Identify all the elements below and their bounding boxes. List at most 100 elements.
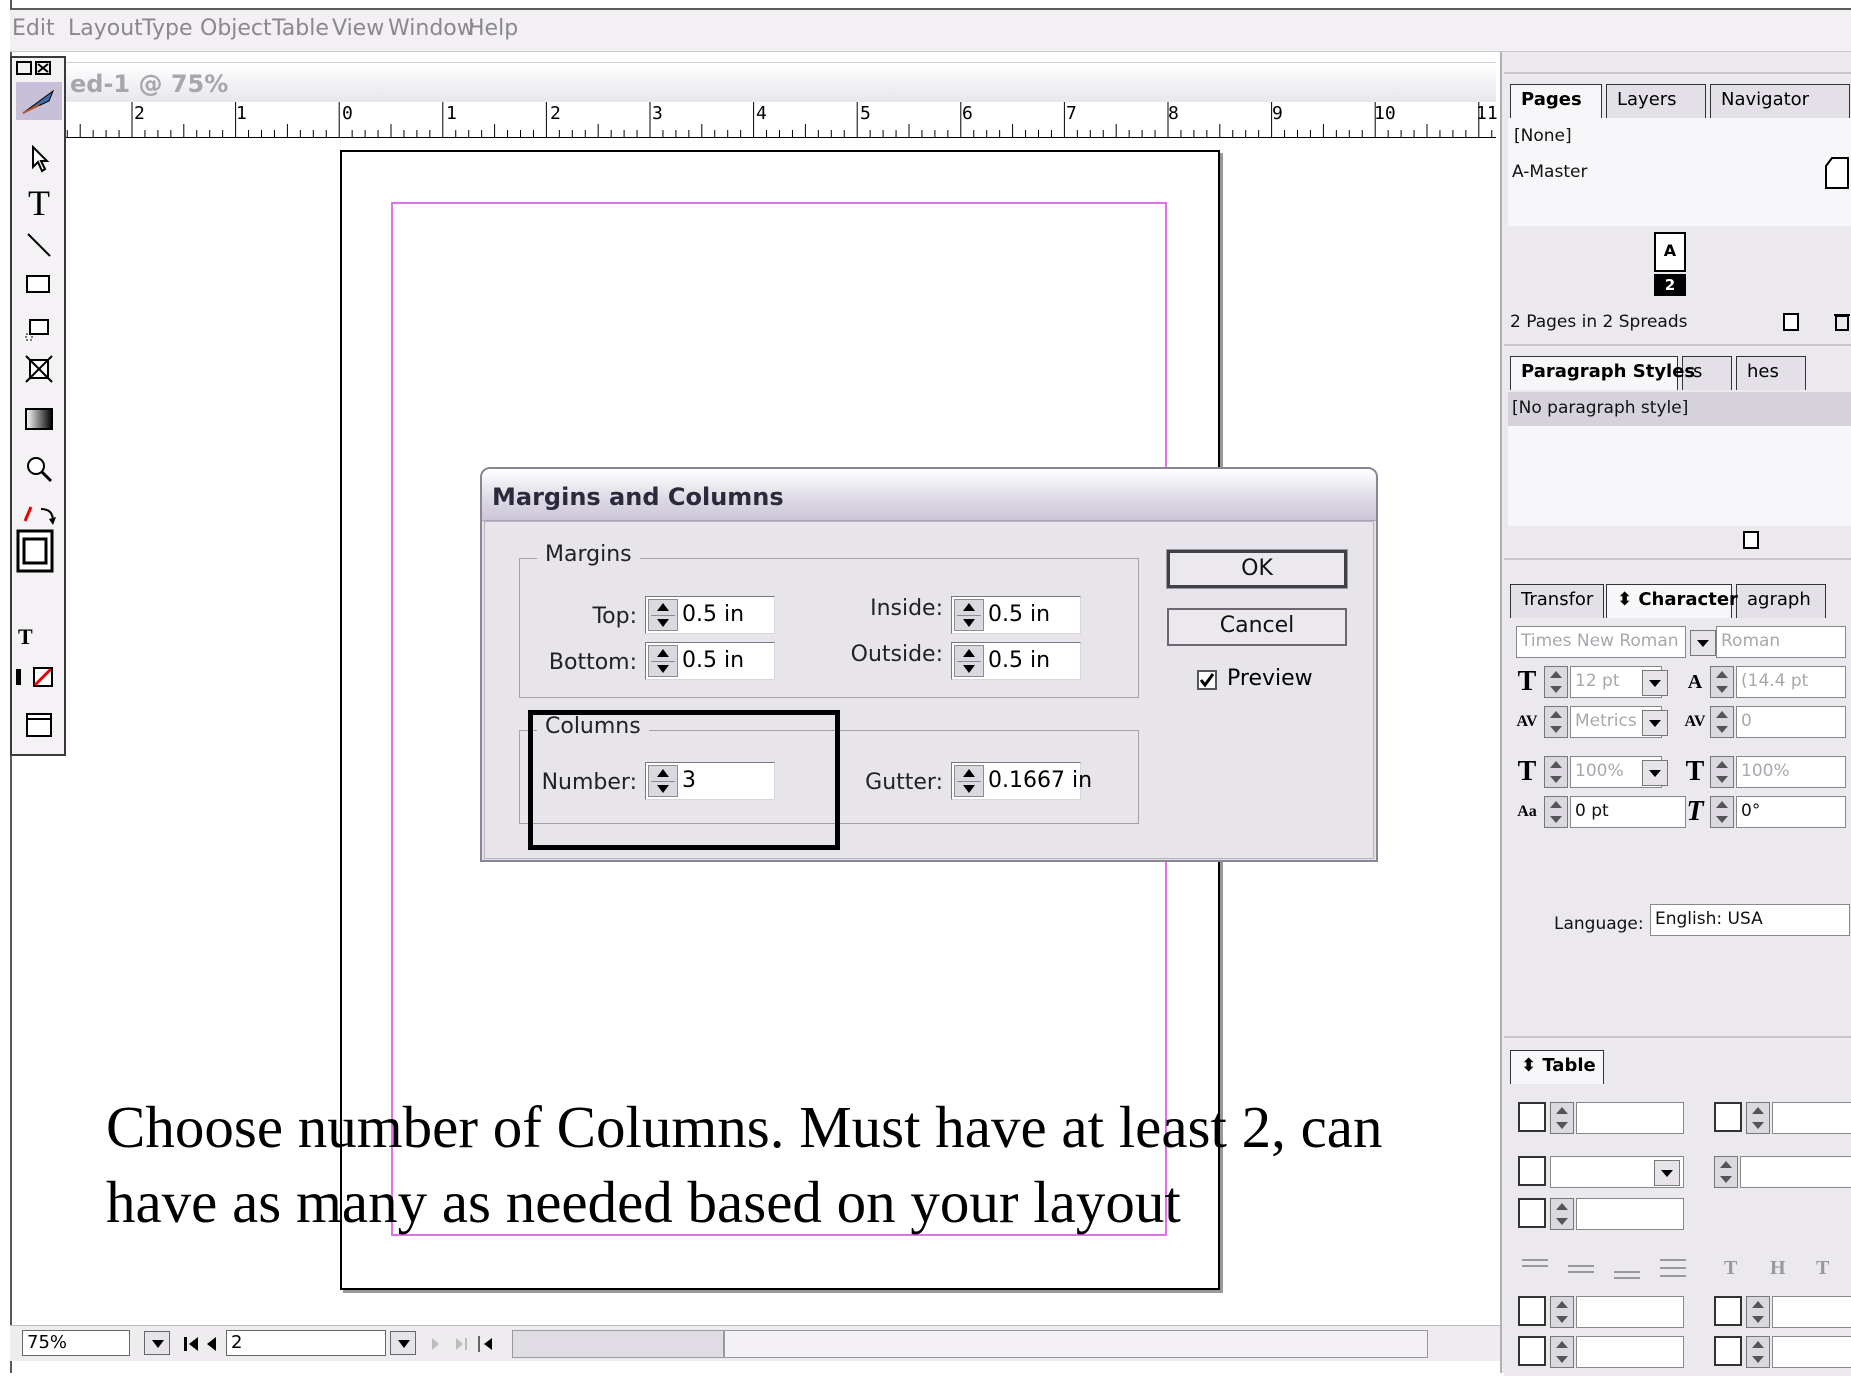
text-formatting-button[interactable]: T — [16, 618, 62, 656]
tracking-field[interactable]: 0 — [1736, 706, 1846, 738]
tab-swatches[interactable]: hes — [1736, 356, 1806, 390]
menu-layout[interactable]: Layout — [68, 16, 143, 41]
feather-tool[interactable] — [16, 82, 62, 120]
menu-type[interactable]: Type — [142, 16, 193, 41]
menu-object[interactable]: Object — [200, 16, 272, 41]
menu-table[interactable]: Table — [272, 16, 329, 41]
menu-edit[interactable]: Edit — [12, 16, 55, 41]
page-1-thumbnail[interactable]: A — [1654, 232, 1686, 272]
spinner-arrows-icon[interactable] — [954, 645, 984, 677]
first-page-icon[interactable] — [182, 1334, 222, 1354]
no-paragraph-style-row[interactable]: [No paragraph style] — [1508, 392, 1851, 426]
next-page-icons[interactable] — [426, 1334, 516, 1354]
baseline-shift-field[interactable]: 0 pt — [1570, 796, 1686, 828]
top-inset-field[interactable] — [1576, 1296, 1684, 1328]
tab-navigator[interactable]: Navigator — [1710, 84, 1850, 118]
page-field[interactable]: 2 — [226, 1330, 386, 1356]
top-field[interactable]: 0.5 in — [645, 596, 775, 634]
columns-field[interactable] — [1772, 1102, 1851, 1134]
font-style-field[interactable]: Roman — [1716, 626, 1846, 658]
preview-label[interactable]: Preview — [1227, 666, 1313, 691]
fill-stroke-swatch[interactable] — [16, 526, 62, 580]
tab-character[interactable]: ⬍ Character — [1606, 584, 1738, 618]
horizontal-scale-spinner[interactable] — [1710, 756, 1734, 788]
gradient-tool[interactable] — [16, 400, 62, 438]
right-inset-field[interactable] — [1772, 1336, 1851, 1368]
rows-spinner[interactable] — [1550, 1102, 1574, 1134]
master-a[interactable]: A-Master — [1512, 162, 1587, 182]
tracking-spinner[interactable] — [1710, 706, 1734, 738]
language-field[interactable]: English: USA — [1650, 904, 1850, 936]
rectangle-tool[interactable] — [16, 266, 62, 304]
columns-spinner[interactable] — [1746, 1102, 1770, 1134]
new-page-icon[interactable] — [1782, 312, 1851, 334]
tab-transform[interactable]: Transfor — [1510, 584, 1604, 618]
vertical-scale-spinner[interactable] — [1544, 756, 1568, 788]
cancel-button[interactable]: Cancel — [1167, 608, 1347, 646]
zoom-dropdown-icon[interactable] — [144, 1331, 170, 1355]
skew-field[interactable]: 0° — [1736, 796, 1846, 828]
vertical-scale-dropdown-icon[interactable] — [1642, 760, 1668, 786]
left-inset-field[interactable] — [1772, 1296, 1851, 1328]
page-dropdown-icon[interactable] — [390, 1331, 416, 1355]
font-size-dropdown-icon[interactable] — [1642, 670, 1668, 696]
toolbox-window-controls[interactable] — [16, 58, 62, 80]
text-alignment-icons[interactable]: THT — [1518, 1252, 1848, 1282]
dialog-titlebar[interactable]: Margins and Columns — [482, 469, 1376, 521]
horizontal-scrollbar-thumb[interactable] — [724, 1330, 1428, 1358]
kerning-spinner[interactable] — [1544, 706, 1568, 738]
tab-paragraph-styles[interactable]: Paragraph Styles — [1510, 356, 1695, 390]
column-width-field[interactable] — [1576, 1198, 1684, 1230]
view-mode-button[interactable] — [16, 706, 62, 744]
new-style-icon[interactable] — [1742, 530, 1802, 552]
spinner-arrows-icon[interactable] — [954, 599, 984, 631]
preview-checkbox[interactable] — [1197, 670, 1217, 690]
row-height-value[interactable] — [1740, 1156, 1851, 1188]
kerning-dropdown-icon[interactable] — [1642, 710, 1668, 736]
baseline-shift-spinner[interactable] — [1544, 796, 1568, 828]
bottom-field[interactable]: 0.5 in — [645, 642, 775, 680]
column-width-spinner[interactable] — [1550, 1198, 1574, 1230]
outside-field[interactable]: 0.5 in — [951, 642, 1081, 680]
left-inset-spinner[interactable] — [1746, 1296, 1770, 1328]
zoom-field[interactable]: 75% — [22, 1330, 130, 1356]
zoom-tool[interactable] — [16, 450, 62, 488]
bottom-inset-field[interactable] — [1576, 1336, 1684, 1368]
rows-field[interactable] — [1576, 1102, 1684, 1134]
gutter-field[interactable]: 0.1667 in — [951, 762, 1092, 800]
ok-button[interactable]: OK — [1166, 549, 1348, 589]
row-height-spinner[interactable] — [1714, 1156, 1738, 1188]
leading-spinner[interactable] — [1710, 666, 1734, 698]
selection-tool[interactable] — [16, 140, 62, 178]
font-family-field[interactable]: Times New Roman PS — [1516, 626, 1686, 658]
skew-spinner[interactable] — [1710, 796, 1734, 828]
bottom-inset-spinner[interactable] — [1550, 1336, 1574, 1368]
row-height-dropdown-icon[interactable] — [1654, 1160, 1680, 1186]
menu-help[interactable]: Help — [468, 16, 518, 41]
top-inset-spinner[interactable] — [1550, 1296, 1574, 1328]
tab-layers[interactable]: Layers — [1606, 84, 1706, 118]
line-tool[interactable] — [16, 226, 62, 264]
tab-paragraph[interactable]: agraph — [1736, 584, 1826, 618]
horizontal-scale-field[interactable]: 100% — [1736, 756, 1846, 788]
leading-field[interactable]: (14.4 pt — [1736, 666, 1846, 698]
apply-none-button[interactable] — [16, 658, 62, 696]
close-icon[interactable] — [16, 60, 60, 78]
frame-tool[interactable] — [16, 310, 62, 348]
inside-field[interactable]: 0.5 in — [951, 596, 1081, 634]
font-size-spinner[interactable] — [1544, 666, 1568, 698]
horizontal-scrollbar-track[interactable] — [512, 1330, 724, 1358]
horizontal-ruler[interactable]: 2 1 0 1 2 3 4 5 6 7 8 9 10 11 — [66, 102, 1498, 138]
tab-table[interactable]: ⬍ Table — [1510, 1050, 1604, 1084]
menu-window[interactable]: Window — [388, 16, 475, 41]
page-number-badge[interactable]: 2 — [1654, 274, 1686, 296]
menu-view[interactable]: View — [332, 16, 384, 41]
master-none[interactable]: [None] — [1514, 126, 1572, 146]
spinner-arrows-icon[interactable] — [648, 645, 678, 677]
type-tool[interactable]: T — [16, 183, 62, 223]
right-inset-spinner[interactable] — [1746, 1336, 1770, 1368]
tab-pages[interactable]: Pages — [1510, 84, 1602, 118]
font-family-dropdown-icon[interactable] — [1690, 630, 1716, 656]
spinner-arrows-icon[interactable] — [954, 765, 984, 797]
free-transform-tool[interactable] — [16, 350, 62, 388]
